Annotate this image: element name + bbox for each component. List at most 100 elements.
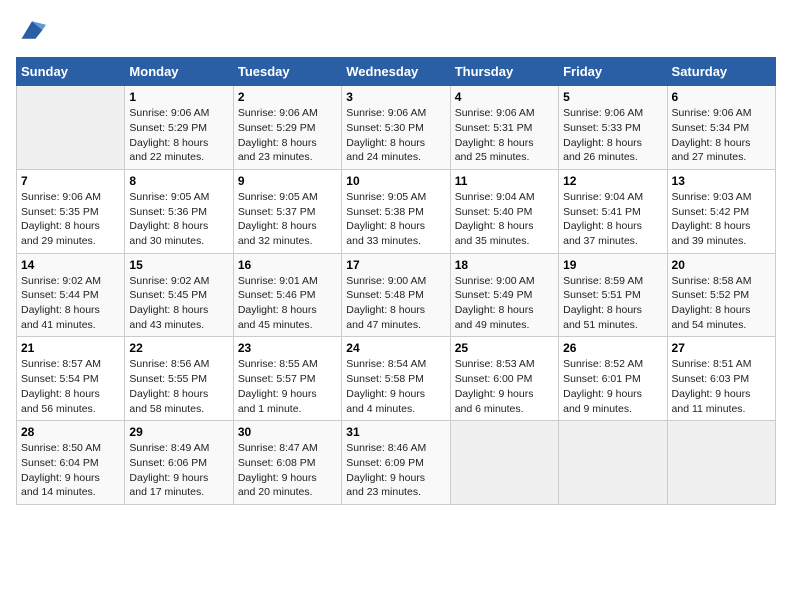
calendar-cell: 2 Sunrise: 9:06 AM Sunset: 5:29 PM Daylig… xyxy=(233,86,341,170)
calendar-cell: 11Sunrise: 9:04 AM Sunset: 5:40 PM Dayli… xyxy=(450,169,558,253)
day-number: 20 xyxy=(672,258,771,272)
day-info: Sunrise: 8:53 AM Sunset: 6:00 PM Dayligh… xyxy=(455,357,554,416)
calendar-cell xyxy=(667,421,775,505)
day-info: Sunrise: 9:06 AM Sunset: 5:31 PM Dayligh… xyxy=(455,106,554,165)
calendar-cell: 23 Sunrise: 8:55 AM Sunset: 5:57 PM Dayli… xyxy=(233,337,341,421)
day-number: 7 xyxy=(21,174,120,188)
logo-text xyxy=(16,16,46,49)
calendar-week-row: 7 Sunrise: 9:06 AM Sunset: 5:35 PM Daylig… xyxy=(17,169,776,253)
day-number: 16 xyxy=(238,258,337,272)
day-info: Sunrise: 8:55 AM Sunset: 5:57 PM Dayligh… xyxy=(238,357,337,416)
weekday-header-row: SundayMondayTuesdayWednesdayThursdayFrid… xyxy=(17,58,776,86)
day-info: Sunrise: 9:02 AM Sunset: 5:44 PM Dayligh… xyxy=(21,274,120,333)
day-number: 14 xyxy=(21,258,120,272)
day-number: 10 xyxy=(346,174,445,188)
day-info: Sunrise: 9:00 AM Sunset: 5:49 PM Dayligh… xyxy=(455,274,554,333)
logo-icon xyxy=(18,16,46,44)
day-number: 27 xyxy=(672,341,771,355)
day-info: Sunrise: 8:47 AM Sunset: 6:08 PM Dayligh… xyxy=(238,441,337,500)
day-number: 26 xyxy=(563,341,662,355)
weekday-header: Saturday xyxy=(667,58,775,86)
day-number: 21 xyxy=(21,341,120,355)
calendar-cell xyxy=(559,421,667,505)
day-number: 12 xyxy=(563,174,662,188)
day-info: Sunrise: 9:03 AM Sunset: 5:42 PM Dayligh… xyxy=(672,190,771,249)
day-info: Sunrise: 8:50 AM Sunset: 6:04 PM Dayligh… xyxy=(21,441,120,500)
day-number: 2 xyxy=(238,90,337,104)
calendar-cell: 1Sunrise: 9:06 AM Sunset: 5:29 PM Daylig… xyxy=(125,86,233,170)
day-info: Sunrise: 8:51 AM Sunset: 6:03 PM Dayligh… xyxy=(672,357,771,416)
day-number: 22 xyxy=(129,341,228,355)
day-info: Sunrise: 9:02 AM Sunset: 5:45 PM Dayligh… xyxy=(129,274,228,333)
calendar-cell: 13 Sunrise: 9:03 AM Sunset: 5:42 PM Dayli… xyxy=(667,169,775,253)
day-info: Sunrise: 9:04 AM Sunset: 5:41 PM Dayligh… xyxy=(563,190,662,249)
day-number: 31 xyxy=(346,425,445,439)
day-info: Sunrise: 9:05 AM Sunset: 5:36 PM Dayligh… xyxy=(129,190,228,249)
day-info: Sunrise: 9:04 AM Sunset: 5:40 PM Dayligh… xyxy=(455,190,554,249)
logo xyxy=(16,16,46,49)
day-info: Sunrise: 8:58 AM Sunset: 5:52 PM Dayligh… xyxy=(672,274,771,333)
day-number: 6 xyxy=(672,90,771,104)
day-number: 19 xyxy=(563,258,662,272)
day-number: 17 xyxy=(346,258,445,272)
day-number: 23 xyxy=(238,341,337,355)
calendar-cell: 16 Sunrise: 9:01 AM Sunset: 5:46 PM Dayli… xyxy=(233,253,341,337)
weekday-header: Thursday xyxy=(450,58,558,86)
calendar-cell: 25 Sunrise: 8:53 AM Sunset: 6:00 PM Dayli… xyxy=(450,337,558,421)
calendar-cell: 24 Sunrise: 8:54 AM Sunset: 5:58 PM Dayli… xyxy=(342,337,450,421)
calendar-week-row: 28Sunrise: 8:50 AM Sunset: 6:04 PM Dayli… xyxy=(17,421,776,505)
page-header xyxy=(16,16,776,49)
calendar-cell: 12 Sunrise: 9:04 AM Sunset: 5:41 PM Dayli… xyxy=(559,169,667,253)
calendar-cell: 22Sunrise: 8:56 AM Sunset: 5:55 PM Dayli… xyxy=(125,337,233,421)
calendar-cell: 19 Sunrise: 8:59 AM Sunset: 5:51 PM Dayli… xyxy=(559,253,667,337)
day-info: Sunrise: 8:57 AM Sunset: 5:54 PM Dayligh… xyxy=(21,357,120,416)
day-info: Sunrise: 9:06 AM Sunset: 5:30 PM Dayligh… xyxy=(346,106,445,165)
day-number: 29 xyxy=(129,425,228,439)
day-number: 15 xyxy=(129,258,228,272)
day-number: 1 xyxy=(129,90,228,104)
calendar-cell: 5 Sunrise: 9:06 AM Sunset: 5:33 PM Daylig… xyxy=(559,86,667,170)
calendar-cell xyxy=(17,86,125,170)
calendar-cell: 17 Sunrise: 9:00 AM Sunset: 5:48 PM Dayli… xyxy=(342,253,450,337)
day-info: Sunrise: 9:05 AM Sunset: 5:38 PM Dayligh… xyxy=(346,190,445,249)
weekday-header: Monday xyxy=(125,58,233,86)
day-info: Sunrise: 9:06 AM Sunset: 5:35 PM Dayligh… xyxy=(21,190,120,249)
day-number: 13 xyxy=(672,174,771,188)
day-info: Sunrise: 8:52 AM Sunset: 6:01 PM Dayligh… xyxy=(563,357,662,416)
day-info: Sunrise: 8:49 AM Sunset: 6:06 PM Dayligh… xyxy=(129,441,228,500)
day-info: Sunrise: 8:59 AM Sunset: 5:51 PM Dayligh… xyxy=(563,274,662,333)
weekday-header: Tuesday xyxy=(233,58,341,86)
day-number: 30 xyxy=(238,425,337,439)
calendar-cell: 21 Sunrise: 8:57 AM Sunset: 5:54 PM Dayli… xyxy=(17,337,125,421)
calendar-cell: 27 Sunrise: 8:51 AM Sunset: 6:03 PM Dayli… xyxy=(667,337,775,421)
day-info: Sunrise: 9:01 AM Sunset: 5:46 PM Dayligh… xyxy=(238,274,337,333)
day-number: 25 xyxy=(455,341,554,355)
calendar-table: SundayMondayTuesdayWednesdayThursdayFrid… xyxy=(16,57,776,505)
calendar-cell: 20 Sunrise: 8:58 AM Sunset: 5:52 PM Dayli… xyxy=(667,253,775,337)
calendar-cell: 15 Sunrise: 9:02 AM Sunset: 5:45 PM Dayli… xyxy=(125,253,233,337)
day-info: Sunrise: 9:06 AM Sunset: 5:34 PM Dayligh… xyxy=(672,106,771,165)
calendar-cell: 4Sunrise: 9:06 AM Sunset: 5:31 PM Daylig… xyxy=(450,86,558,170)
day-info: Sunrise: 8:54 AM Sunset: 5:58 PM Dayligh… xyxy=(346,357,445,416)
calendar-cell: 26 Sunrise: 8:52 AM Sunset: 6:01 PM Dayli… xyxy=(559,337,667,421)
calendar-week-row: 21 Sunrise: 8:57 AM Sunset: 5:54 PM Dayli… xyxy=(17,337,776,421)
day-number: 5 xyxy=(563,90,662,104)
calendar-week-row: 14 Sunrise: 9:02 AM Sunset: 5:44 PM Dayli… xyxy=(17,253,776,337)
day-number: 3 xyxy=(346,90,445,104)
day-number: 9 xyxy=(238,174,337,188)
calendar-cell: 6 Sunrise: 9:06 AM Sunset: 5:34 PM Daylig… xyxy=(667,86,775,170)
weekday-header: Sunday xyxy=(17,58,125,86)
day-info: Sunrise: 9:05 AM Sunset: 5:37 PM Dayligh… xyxy=(238,190,337,249)
calendar-cell: 14 Sunrise: 9:02 AM Sunset: 5:44 PM Dayli… xyxy=(17,253,125,337)
calendar-cell: 28Sunrise: 8:50 AM Sunset: 6:04 PM Dayli… xyxy=(17,421,125,505)
day-number: 8 xyxy=(129,174,228,188)
calendar-cell: 8 Sunrise: 9:05 AM Sunset: 5:36 PM Daylig… xyxy=(125,169,233,253)
calendar-cell: 18Sunrise: 9:00 AM Sunset: 5:49 PM Dayli… xyxy=(450,253,558,337)
weekday-header: Friday xyxy=(559,58,667,86)
calendar-cell: 9 Sunrise: 9:05 AM Sunset: 5:37 PM Daylig… xyxy=(233,169,341,253)
day-info: Sunrise: 9:06 AM Sunset: 5:29 PM Dayligh… xyxy=(238,106,337,165)
day-number: 24 xyxy=(346,341,445,355)
day-info: Sunrise: 9:00 AM Sunset: 5:48 PM Dayligh… xyxy=(346,274,445,333)
day-info: Sunrise: 9:06 AM Sunset: 5:33 PM Dayligh… xyxy=(563,106,662,165)
day-info: Sunrise: 8:46 AM Sunset: 6:09 PM Dayligh… xyxy=(346,441,445,500)
